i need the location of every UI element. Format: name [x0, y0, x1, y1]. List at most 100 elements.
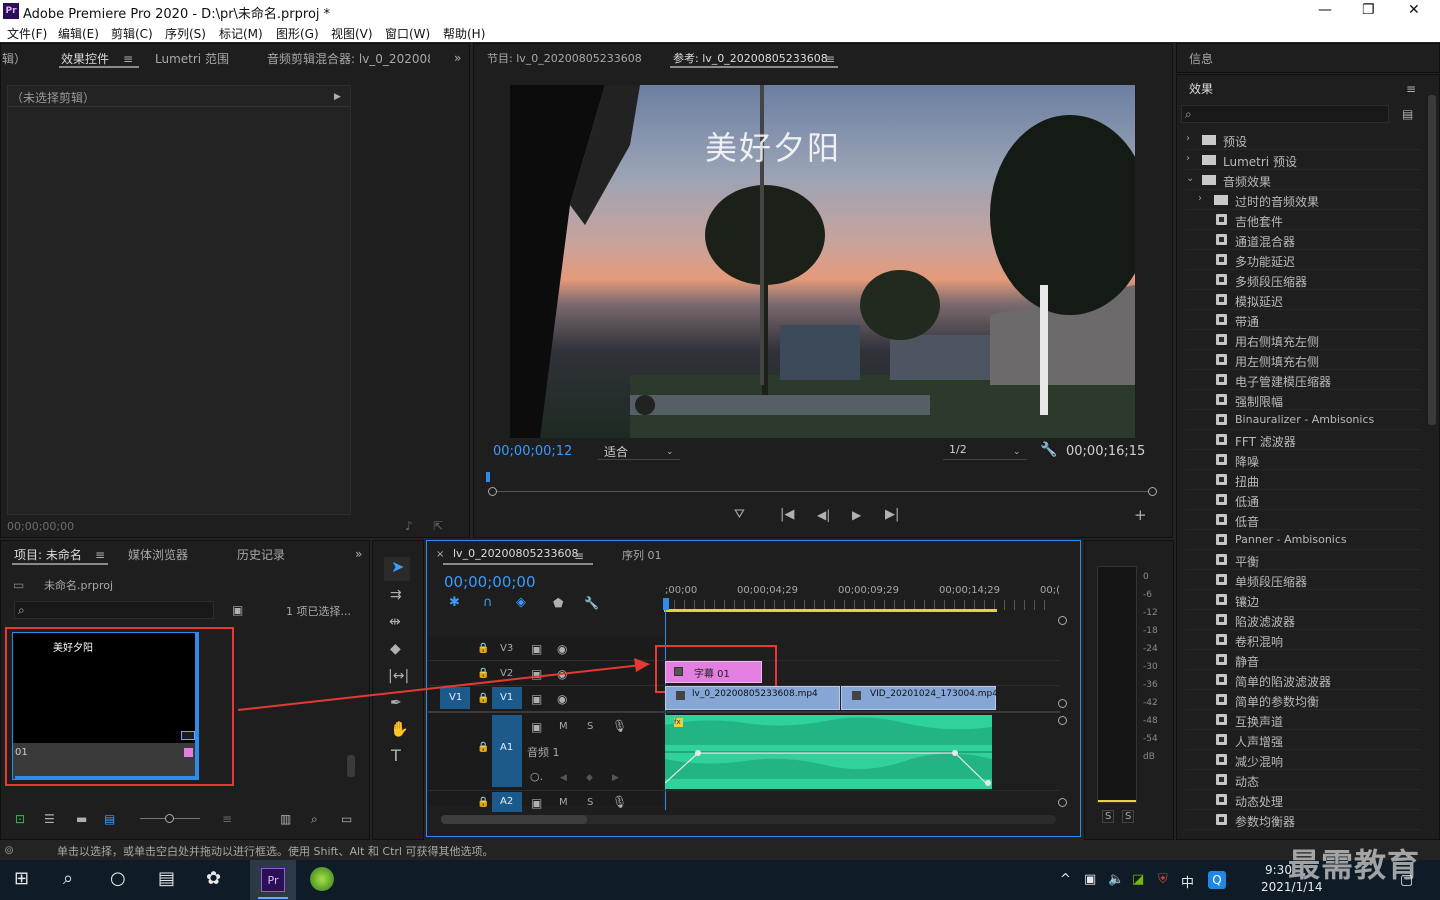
add-keyframe-icon[interactable]: ◆: [586, 772, 593, 784]
effects-search-input[interactable]: ⌕: [1181, 105, 1389, 123]
lock-icon[interactable]: 🔒: [477, 797, 489, 809]
volume-icon[interactable]: 🔈: [1108, 872, 1124, 887]
overflow-chevron-icon[interactable]: »: [454, 52, 461, 64]
pinwheel-app-icon[interactable]: ✿: [206, 868, 221, 889]
selection-tool-icon[interactable]: ➤: [391, 559, 404, 575]
menu-view[interactable]: 视图(V): [331, 25, 373, 42]
scroll-handle[interactable]: [1058, 616, 1067, 625]
icon-view-icon[interactable]: ▬: [76, 813, 87, 825]
tab-media-browser[interactable]: 媒体浏览器: [128, 546, 188, 563]
tab-project[interactable]: 项目: 未命名: [14, 546, 82, 563]
close-tab-icon[interactable]: ×: [436, 549, 444, 561]
prev-keyframe-icon[interactable]: ◀: [560, 772, 567, 784]
lock-icon[interactable]: 🔒: [477, 742, 489, 754]
volume-knob-icon[interactable]: ○.: [530, 771, 543, 783]
premiere-taskbar-icon[interactable]: Pr: [261, 868, 285, 892]
export-icon[interactable]: ⇱: [433, 520, 443, 532]
track-select-tool-icon[interactable]: ⇉: [390, 588, 402, 602]
ripple-edit-tool-icon[interactable]: ⇹: [389, 615, 401, 629]
effects-tree-item[interactable]: › Lumetri 预设: [1185, 150, 1421, 170]
effects-tree-item[interactable]: 镶边: [1185, 590, 1421, 610]
sync-lock-icon[interactable]: ▣: [531, 721, 542, 733]
effects-tree-item[interactable]: 低音: [1185, 510, 1421, 530]
tab-sequence-lv[interactable]: lv_0_20200805233608: [453, 547, 579, 560]
menu-file[interactable]: 文件(F): [7, 25, 47, 42]
menu-window[interactable]: 窗口(W): [385, 25, 430, 42]
tab-audio-clip-mixer[interactable]: 音频剪辑混合器: lv_0_202008: [267, 50, 430, 67]
effects-tree-item[interactable]: 减少混响: [1185, 750, 1421, 770]
effects-tree-item[interactable]: 动态: [1185, 770, 1421, 790]
effects-tree-item[interactable]: › 预设: [1185, 130, 1421, 150]
effects-tree-item[interactable]: 用右侧填充左侧: [1185, 330, 1421, 350]
effects-tree-item[interactable]: Binauralizer - Ambisonics: [1185, 410, 1421, 430]
task-view-icon[interactable]: ▤: [158, 868, 175, 889]
project-scrollbar[interactable]: [347, 755, 355, 777]
mute-button[interactable]: M: [559, 721, 568, 732]
chevron-right-icon[interactable]: ›: [1186, 153, 1190, 164]
network-icon[interactable]: ▣: [1084, 872, 1096, 887]
meter-solo-left[interactable]: S: [1102, 810, 1115, 823]
video-preview[interactable]: 美好夕阳: [510, 85, 1135, 438]
effects-tree-item[interactable]: 简单的陷波滤波器: [1185, 670, 1421, 690]
effects-tree-item[interactable]: 模拟延迟: [1185, 290, 1421, 310]
scrub-end-handle[interactable]: [1148, 487, 1157, 496]
vscroll-handle[interactable]: [1058, 798, 1067, 807]
chevron-right-icon[interactable]: ›: [1186, 133, 1190, 144]
melon-app-icon[interactable]: [310, 867, 334, 891]
effects-scrollbar[interactable]: [1428, 95, 1436, 425]
find-icon[interactable]: ▣: [232, 604, 243, 616]
freeform-view-icon[interactable]: ▤: [104, 813, 115, 825]
effects-tree-item[interactable]: 陷波滤波器: [1185, 610, 1421, 630]
tab-program[interactable]: 节目: lv_0_20200805233608: [487, 50, 642, 66]
solo-button[interactable]: S: [587, 721, 593, 732]
playhead-marker[interactable]: [486, 472, 490, 482]
scrub-start-handle[interactable]: [488, 487, 497, 496]
add-marker-icon[interactable]: ⛛: [734, 508, 745, 521]
step-back-icon[interactable]: ◀|: [817, 509, 830, 521]
security-shield-icon[interactable]: ⛨: [1158, 872, 1168, 887]
menu-help[interactable]: 帮助(H): [443, 25, 485, 42]
tab-lumetri-scopes[interactable]: Lumetri 范围: [155, 50, 229, 67]
effects-tree-item[interactable]: › 过时的音频效果: [1185, 190, 1421, 210]
effects-tree-item[interactable]: 降噪: [1185, 450, 1421, 470]
search-icon[interactable]: ⌕: [63, 868, 73, 889]
find-icon[interactable]: ⌕: [311, 813, 318, 825]
zoom-slider-handle[interactable]: [165, 814, 174, 823]
resolution-dropdown[interactable]: 1/2 ⌄: [943, 442, 1027, 460]
minimize-icon[interactable]: —: [1318, 2, 1332, 18]
play-triangle-icon[interactable]: ▶: [334, 91, 341, 103]
info-tab[interactable]: 信息: [1189, 50, 1213, 67]
maximize-icon[interactable]: ❐: [1362, 2, 1375, 18]
effects-tree-item[interactable]: 平衡: [1185, 550, 1421, 570]
work-area-bar[interactable]: [664, 609, 997, 612]
go-to-in-icon[interactable]: |◀: [780, 508, 794, 521]
next-keyframe-icon[interactable]: ▶: [612, 772, 619, 784]
chevron-up-icon[interactable]: ^: [1060, 872, 1071, 887]
project-search-input[interactable]: ⌕: [14, 601, 214, 619]
filter-icon[interactable]: ♪: [405, 520, 413, 532]
effects-tree-item[interactable]: 低通: [1185, 490, 1421, 510]
video-clip-2[interactable]: VID_20201024_173004.mp4: [841, 686, 998, 710]
mute-button[interactable]: M: [559, 797, 568, 808]
effects-tree-item[interactable]: 吉他套件: [1185, 210, 1421, 230]
tab-effect-controls[interactable]: 效果控件: [61, 50, 109, 67]
timeline-timecode[interactable]: 00;00;00;00: [444, 573, 536, 591]
effects-tree-item[interactable]: 带通: [1185, 310, 1421, 330]
go-to-out-icon[interactable]: ▶|: [885, 508, 899, 521]
chevron-right-icon[interactable]: ›: [1198, 193, 1202, 204]
effects-tree-item[interactable]: 多功能延迟: [1185, 250, 1421, 270]
meter-solo-right[interactable]: S: [1122, 810, 1135, 823]
effects-tree-item[interactable]: 动态处理: [1185, 790, 1421, 810]
menu-sequence[interactable]: 序列(S): [165, 25, 206, 42]
add-marker-icon[interactable]: ⬟: [553, 597, 563, 609]
lock-icon[interactable]: ⊡: [15, 813, 25, 825]
nvidia-icon[interactable]: ◪: [1132, 872, 1144, 887]
menu-marker[interactable]: 标记(M): [219, 25, 263, 42]
list-view-icon[interactable]: ☰: [44, 813, 55, 825]
menu-edit[interactable]: 编辑(E): [58, 25, 99, 42]
tab-history[interactable]: 历史记录: [237, 546, 285, 563]
sync-lock-icon[interactable]: ▣: [531, 643, 542, 655]
effects-tree-item[interactable]: 扭曲: [1185, 470, 1421, 490]
windows-start-icon[interactable]: ⊞: [14, 868, 29, 889]
microphone-icon[interactable]: 🎙: [612, 796, 627, 808]
